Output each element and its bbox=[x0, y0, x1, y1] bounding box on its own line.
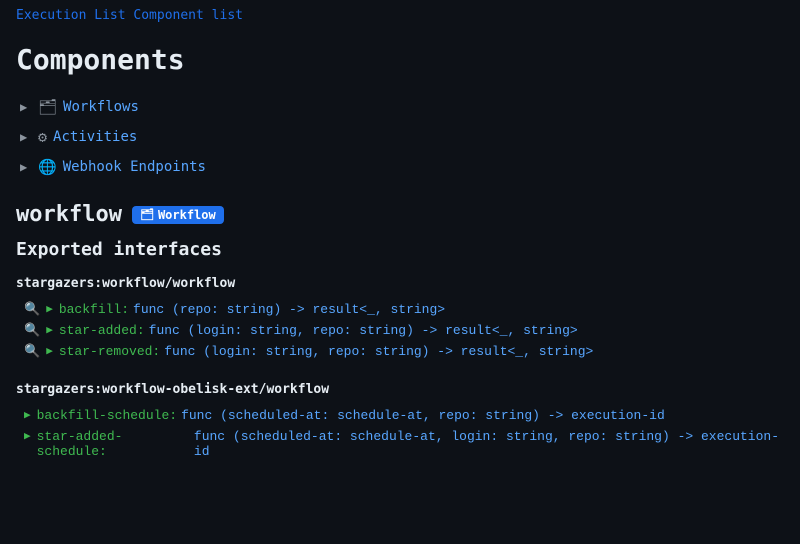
func-name-backfill: backfill: bbox=[59, 302, 129, 317]
namespace-block-2: stargazers:workflow-obelisk-ext/workflow… bbox=[0, 378, 800, 478]
func-name-backfill-schedule: backfill-schedule: bbox=[37, 408, 177, 423]
nav-item-workflows[interactable]: ▶ 🗂 Workflows bbox=[16, 92, 784, 122]
nav-label-workflows: Workflows bbox=[63, 99, 139, 115]
breadcrumb: Execution List Component list bbox=[0, 0, 800, 31]
badge-label: Workflow bbox=[158, 208, 216, 222]
activities-icon: ⚙ bbox=[38, 128, 47, 146]
chevron-right-icon: ▶ bbox=[20, 100, 32, 114]
page-title: Components bbox=[0, 31, 800, 92]
nav-item-activities[interactable]: ▶ ⚙ Activities bbox=[16, 122, 784, 152]
breadcrumb-text[interactable]: Execution List Component list bbox=[16, 8, 243, 23]
search-icon-2: 🔍 bbox=[24, 323, 40, 338]
func-sig-star-removed: func (login: string, repo: string) -> re… bbox=[164, 344, 593, 359]
func-item-star-added-schedule[interactable]: ▶ star-added-schedule: func (scheduled-a… bbox=[16, 426, 784, 462]
func-name-star-added: star-added: bbox=[59, 323, 145, 338]
namespace-label-1: stargazers:workflow/workflow bbox=[16, 272, 784, 299]
nav-item-webhook-endpoints[interactable]: ▶ 🌐 Webhook Endpoints bbox=[16, 152, 784, 182]
func-sig-star-added-schedule: func (scheduled-at: schedule-at, login: … bbox=[194, 429, 784, 459]
workflow-badge[interactable]: 🗂 Workflow bbox=[132, 206, 224, 224]
func-sig-star-added: func (login: string, repo: string) -> re… bbox=[149, 323, 578, 338]
workflows-icon: 🗂 bbox=[38, 98, 57, 116]
func-item-star-added[interactable]: 🔍 ▶ star-added: func (login: string, rep… bbox=[16, 320, 784, 341]
exported-interfaces-title: Exported interfaces bbox=[0, 235, 800, 272]
namespace-block-1: stargazers:workflow/workflow 🔍 ▶ backfil… bbox=[0, 272, 800, 378]
play-icon-2: ▶ bbox=[46, 323, 53, 337]
search-icon-1: 🔍 bbox=[24, 302, 40, 317]
nav-label-activities: Activities bbox=[53, 129, 137, 145]
play-icon-5: ▶ bbox=[24, 429, 31, 443]
func-name-star-added-schedule: star-added-schedule: bbox=[37, 429, 190, 459]
play-icon-3: ▶ bbox=[46, 344, 53, 358]
play-icon-1: ▶ bbox=[46, 302, 53, 316]
badge-icon: 🗂 bbox=[140, 208, 154, 221]
func-sig-backfill-schedule: func (scheduled-at: schedule-at, repo: s… bbox=[181, 408, 665, 423]
chevron-right-icon-3: ▶ bbox=[20, 160, 32, 174]
workflow-section-title: workflow bbox=[16, 202, 122, 227]
func-sig-backfill: func (repo: string) -> result<_, string> bbox=[133, 302, 445, 317]
webhook-icon: 🌐 bbox=[38, 158, 57, 176]
namespace-label-2: stargazers:workflow-obelisk-ext/workflow bbox=[16, 378, 784, 405]
nav-tree: ▶ 🗂 Workflows ▶ ⚙ Activities ▶ 🌐 Webhook… bbox=[0, 92, 800, 182]
func-item-star-removed[interactable]: 🔍 ▶ star-removed: func (login: string, r… bbox=[16, 341, 784, 362]
workflow-section-header: workflow 🗂 Workflow bbox=[0, 182, 800, 235]
chevron-right-icon-2: ▶ bbox=[20, 130, 32, 144]
func-item-backfill[interactable]: 🔍 ▶ backfill: func (repo: string) -> res… bbox=[16, 299, 784, 320]
func-item-backfill-schedule[interactable]: ▶ backfill-schedule: func (scheduled-at:… bbox=[16, 405, 784, 426]
nav-label-webhook: Webhook Endpoints bbox=[63, 159, 206, 175]
play-icon-4: ▶ bbox=[24, 408, 31, 422]
search-icon-3: 🔍 bbox=[24, 344, 40, 359]
func-name-star-removed: star-removed: bbox=[59, 344, 160, 359]
